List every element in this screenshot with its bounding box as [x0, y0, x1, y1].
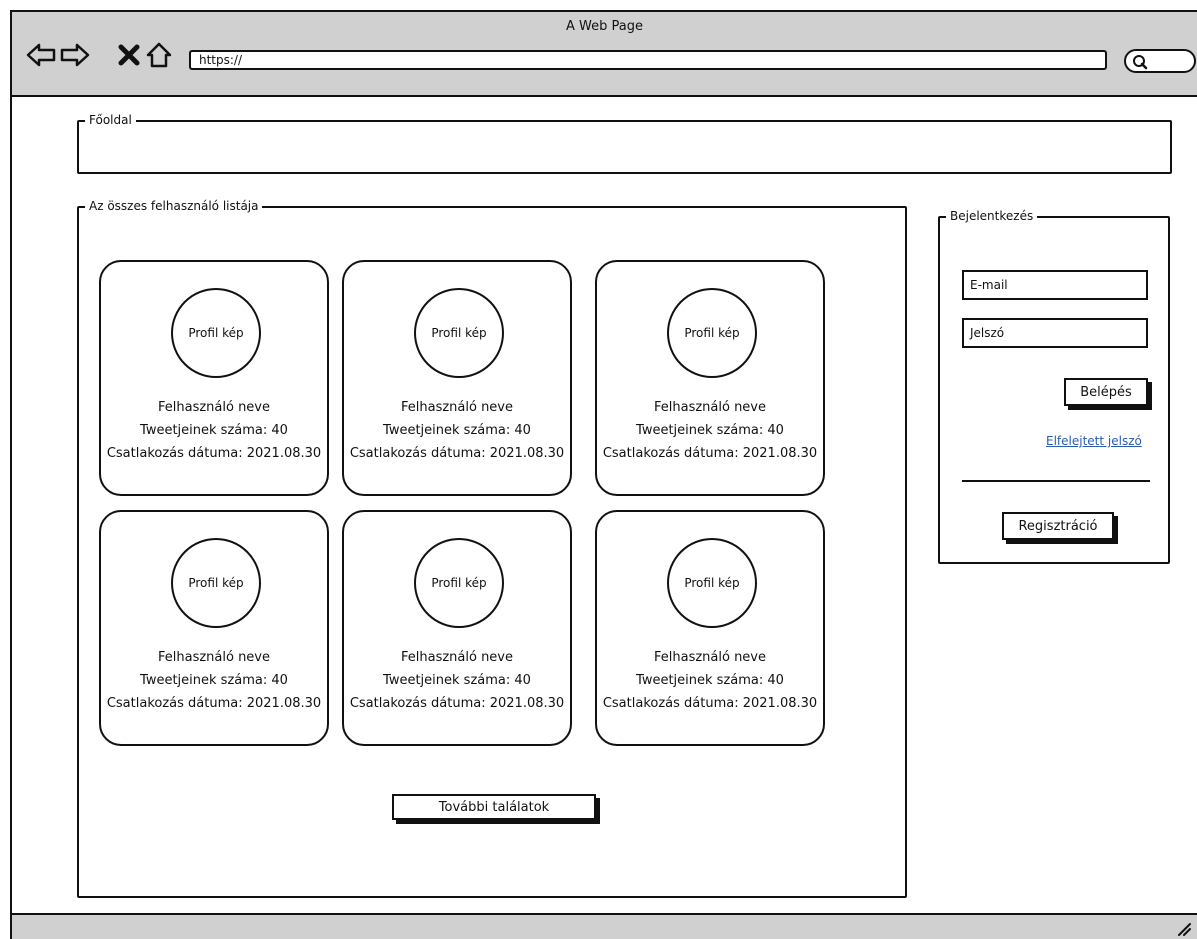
user-name: Felhasználó neve — [157, 400, 270, 415]
profile-picture: Profil kép — [667, 538, 757, 628]
user-join-date: Csatlakozás dátuma: 2021.08.30 — [106, 446, 322, 461]
search-icon — [1133, 55, 1148, 70]
users-list-legend: Az összes felhasználó listája — [85, 198, 263, 214]
user-tweet-count: Tweetjeinek száma: 40 — [140, 423, 288, 438]
window-title: A Web Page — [566, 19, 643, 34]
user-join-date: Csatlakozás dátuma: 2021.08.30 — [602, 446, 818, 461]
home-icon[interactable] — [144, 40, 174, 70]
user-card[interactable]: Profil kép Felhasználó neve Tweetjeinek … — [99, 510, 329, 746]
profile-picture: Profil kép — [667, 288, 757, 378]
profile-picture: Profil kép — [171, 288, 261, 378]
profile-picture: Profil kép — [171, 538, 261, 628]
password-input[interactable]: Jelszó — [962, 318, 1148, 348]
forgot-password-link[interactable]: Elfelejtett jelszó — [1046, 434, 1142, 448]
browser-window: A Web Page https:// Főoldal Az összes fe… — [10, 10, 1197, 939]
login-divider — [962, 480, 1150, 482]
user-tweet-count: Tweetjeinek száma: 40 — [636, 423, 784, 438]
user-tweet-count: Tweetjeinek száma: 40 — [383, 423, 531, 438]
browser-search-button[interactable] — [1124, 49, 1196, 73]
user-card[interactable]: Profil kép Felhasználó neve Tweetjeinek … — [342, 260, 572, 496]
user-name: Felhasználó neve — [653, 400, 766, 415]
user-card[interactable]: Profil kép Felhasználó neve Tweetjeinek … — [342, 510, 572, 746]
home-header-box: Főoldal — [77, 112, 1172, 174]
user-name: Felhasználó neve — [653, 650, 766, 665]
profile-picture: Profil kép — [414, 288, 504, 378]
user-join-date: Csatlakozás dátuma: 2021.08.30 — [602, 696, 818, 711]
forward-arrow-icon[interactable] — [60, 40, 90, 70]
home-legend[interactable]: Főoldal — [85, 112, 136, 128]
more-results-button[interactable]: További találatok — [392, 794, 596, 820]
login-legend: Bejelentkezés — [946, 208, 1038, 224]
login-panel: Bejelentkezés E-mail Jelszó Belépés Elfe… — [938, 208, 1170, 564]
user-name: Felhasználó neve — [400, 650, 513, 665]
user-tweet-count: Tweetjeinek száma: 40 — [383, 673, 531, 688]
status-bar — [12, 913, 1197, 939]
user-tweet-count: Tweetjeinek száma: 40 — [140, 673, 288, 688]
profile-picture: Profil kép — [414, 538, 504, 628]
users-list-panel: Az összes felhasználó listája Profil kép… — [77, 198, 907, 898]
back-arrow-icon[interactable] — [26, 40, 56, 70]
user-name: Felhasználó neve — [157, 650, 270, 665]
user-name: Felhasználó neve — [400, 400, 513, 415]
user-tweet-count: Tweetjeinek száma: 40 — [636, 673, 784, 688]
stop-x-icon[interactable] — [115, 40, 145, 70]
user-card[interactable]: Profil kép Felhasználó neve Tweetjeinek … — [595, 260, 825, 496]
user-card[interactable]: Profil kép Felhasználó neve Tweetjeinek … — [595, 510, 825, 746]
user-join-date: Csatlakozás dátuma: 2021.08.30 — [349, 446, 565, 461]
user-join-date: Csatlakozás dátuma: 2021.08.30 — [349, 696, 565, 711]
register-button[interactable]: Regisztráció — [1002, 512, 1114, 540]
login-button[interactable]: Belépés — [1064, 378, 1148, 406]
user-join-date: Csatlakozás dátuma: 2021.08.30 — [106, 696, 322, 711]
user-card[interactable]: Profil kép Felhasználó neve Tweetjeinek … — [99, 260, 329, 496]
resize-grip-icon[interactable] — [1175, 920, 1191, 936]
url-input[interactable]: https:// — [189, 50, 1107, 70]
browser-chrome: A Web Page https:// — [12, 12, 1197, 97]
email-input[interactable]: E-mail — [962, 270, 1148, 300]
